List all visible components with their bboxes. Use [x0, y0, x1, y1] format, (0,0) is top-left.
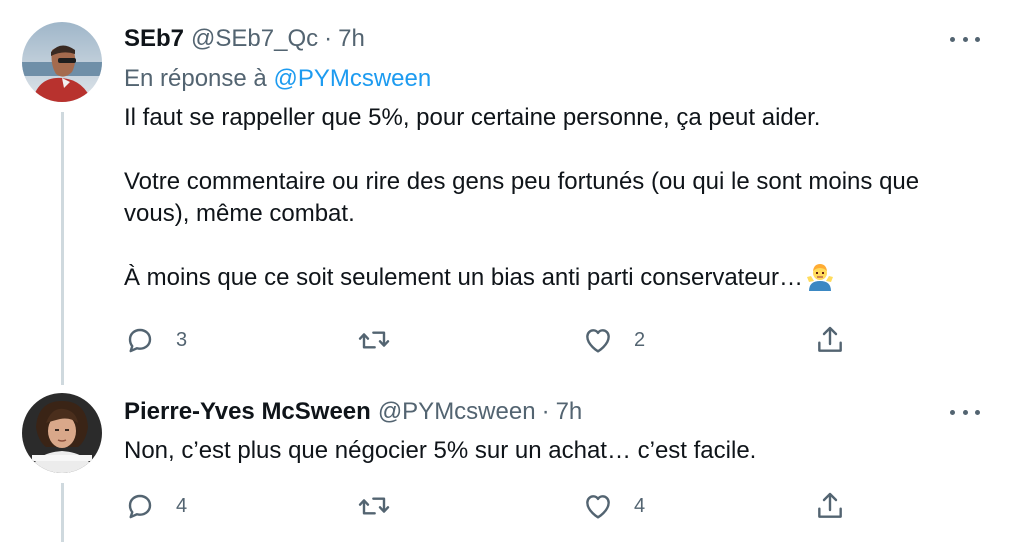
avatar-image: [22, 22, 102, 102]
tweet[interactable]: SEb7 @SEb7_Qc · 7h En réponse à @PYMcswe…: [0, 0, 1012, 385]
share-button[interactable]: [814, 320, 846, 360]
like-count: 4: [634, 494, 646, 517]
more-icon[interactable]: [950, 405, 980, 419]
man-shrugging-emoji-icon: [807, 263, 834, 291]
tweet-text: Il faut se rappeller que 5%, pour certai…: [124, 102, 990, 294]
tweet-content: SEb7 @SEb7_Qc · 7h En réponse à @PYMcswe…: [124, 24, 990, 294]
thread-line: [61, 483, 64, 542]
reply-icon: [128, 328, 152, 353]
reply-icon: [128, 494, 152, 519]
tweet-text-content: Il faut se rappeller que 5%, pour certai…: [124, 104, 920, 291]
separator-dot: ·: [541, 398, 550, 425]
like-button[interactable]: 2: [582, 320, 645, 360]
retweet-icon: [358, 497, 390, 515]
like-count: 2: [634, 328, 646, 351]
reply-context: En réponse à @PYMcsween: [124, 64, 990, 94]
display-name[interactable]: Pierre-Yves McSween: [124, 397, 371, 427]
timestamp[interactable]: 7h: [556, 397, 583, 427]
display-name[interactable]: SEb7: [124, 24, 184, 54]
share-icon: [818, 326, 842, 352]
retweet-icon: [358, 331, 390, 349]
reply-button[interactable]: 3: [124, 320, 187, 360]
reply-mention-link[interactable]: @PYMcsween: [273, 65, 431, 92]
tweet-header: SEb7 @SEb7_Qc · 7h: [124, 24, 990, 54]
tweet-text: Non, c’est plus que négocier 5% sur un a…: [124, 437, 757, 464]
timestamp[interactable]: 7h: [338, 24, 365, 54]
like-icon: [586, 329, 610, 353]
tweet-actions: 3 2: [124, 320, 864, 360]
like-button[interactable]: 4: [582, 486, 645, 526]
tweet-content: Pierre-Yves McSween @PYMcsween · 7h Non,…: [124, 397, 990, 467]
retweet-button[interactable]: [358, 486, 390, 526]
more-icon[interactable]: [950, 32, 980, 46]
thread-line: [61, 112, 64, 385]
reply-count: 4: [176, 494, 188, 517]
user-handle[interactable]: @PYMcsween: [378, 397, 536, 427]
tweet-actions: 4 4: [124, 486, 864, 526]
share-icon: [818, 492, 842, 518]
retweet-button[interactable]: [358, 320, 390, 360]
tweet[interactable]: Pierre-Yves McSween @PYMcsween · 7h Non,…: [0, 385, 1012, 542]
tweet-header: Pierre-Yves McSween @PYMcsween · 7h: [124, 397, 990, 427]
reply-button[interactable]: 4: [124, 486, 187, 526]
avatar[interactable]: [22, 393, 102, 473]
reply-prefix: En réponse à: [124, 65, 267, 92]
avatar-image: [22, 393, 102, 473]
user-handle[interactable]: @SEb7_Qc: [191, 24, 318, 54]
avatar[interactable]: [22, 22, 102, 102]
reply-count: 3: [176, 328, 188, 351]
share-button[interactable]: [814, 486, 846, 526]
separator-dot: ·: [324, 25, 333, 52]
like-icon: [586, 495, 610, 519]
